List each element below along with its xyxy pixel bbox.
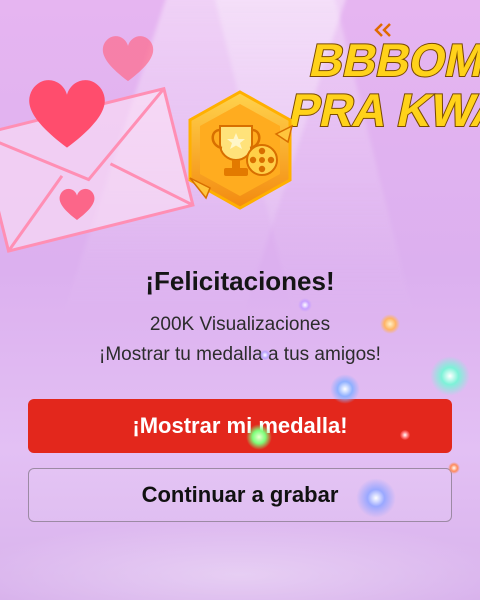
share-prompt-text: ¡Mostrar tu medalla a tus amigos! <box>99 344 381 365</box>
milestone-text: 200K Visualizaciones <box>149 314 331 335</box>
brand-line-2: PRA KWAI <box>290 84 480 135</box>
brand-logo: BBBOM PRA KWAI <box>290 23 480 137</box>
continue-recording-button-label: Continuar a grabar <box>141 482 339 507</box>
trophy-film-medal-icon <box>188 90 294 210</box>
show-medal-button-label: ¡Mostrar mi medalla! <box>132 413 348 438</box>
congrats-title: ¡Felicitaciones! <box>145 266 335 296</box>
achievement-screen: BBBOM PRA KWAI ¡Felicitaciones! 200K Vis… <box>0 0 480 600</box>
heart-icon <box>59 188 95 220</box>
brand-line-1: BBBOM <box>306 34 480 85</box>
heart-icon <box>29 80 105 148</box>
continue-recording-button[interactable]: Continuar a grabar <box>28 468 452 522</box>
stage-floor-glow <box>0 520 480 600</box>
show-medal-button[interactable]: ¡Mostrar mi medalla! <box>28 399 452 453</box>
